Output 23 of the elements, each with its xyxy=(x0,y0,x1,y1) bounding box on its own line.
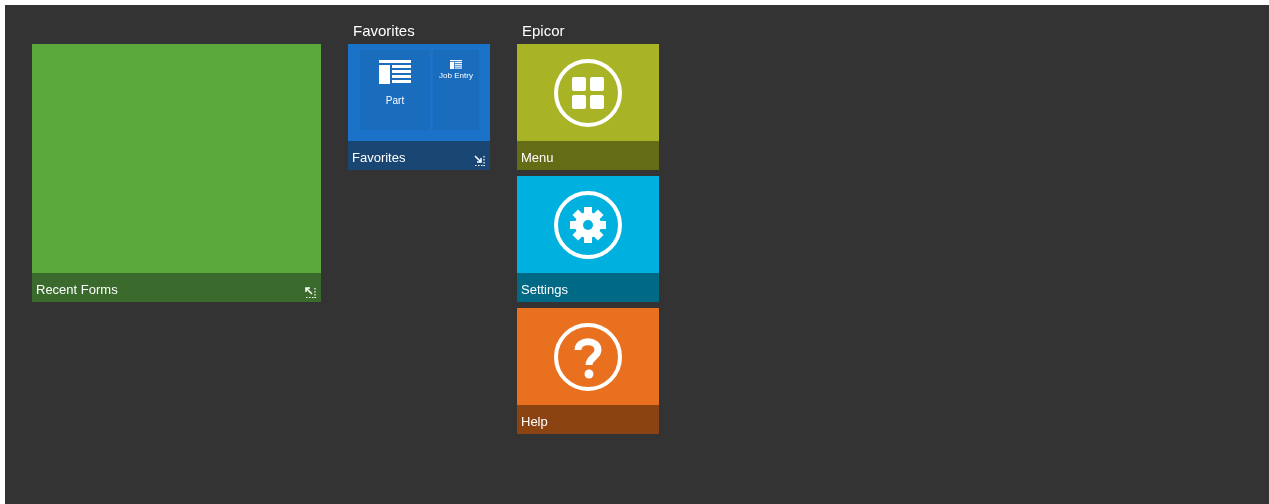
help-icon xyxy=(552,320,624,393)
group-title: Epicor xyxy=(521,23,566,38)
document-list-icon xyxy=(379,60,411,84)
tile-label: Menu xyxy=(521,151,554,167)
favorite-item[interactable]: Job Entry xyxy=(433,50,479,130)
resize-icon[interactable] xyxy=(305,287,317,299)
tile-label: Recent Forms xyxy=(36,283,118,299)
favorites-tile[interactable]: Part Job Entry Favorites xyxy=(348,44,490,170)
app-tile[interactable]: Help xyxy=(517,308,659,434)
tile-label: Favorites xyxy=(352,151,406,167)
favorite-label: Job Entry xyxy=(439,72,473,80)
favorite-item[interactable]: Part xyxy=(360,50,430,130)
resize-icon[interactable] xyxy=(474,155,486,167)
tile-label: Settings xyxy=(521,283,568,299)
app-tile[interactable]: Menu xyxy=(517,44,659,170)
app-tile[interactable]: Settings xyxy=(517,176,659,302)
recent-forms-tile[interactable]: Recent Forms xyxy=(32,44,321,302)
tile-label: Help xyxy=(521,415,548,431)
grid-icon xyxy=(552,56,624,129)
document-list-icon xyxy=(450,60,462,69)
settings-icon xyxy=(552,188,624,261)
group-title: Favorites xyxy=(352,23,416,38)
favorite-label: Part xyxy=(385,96,405,106)
